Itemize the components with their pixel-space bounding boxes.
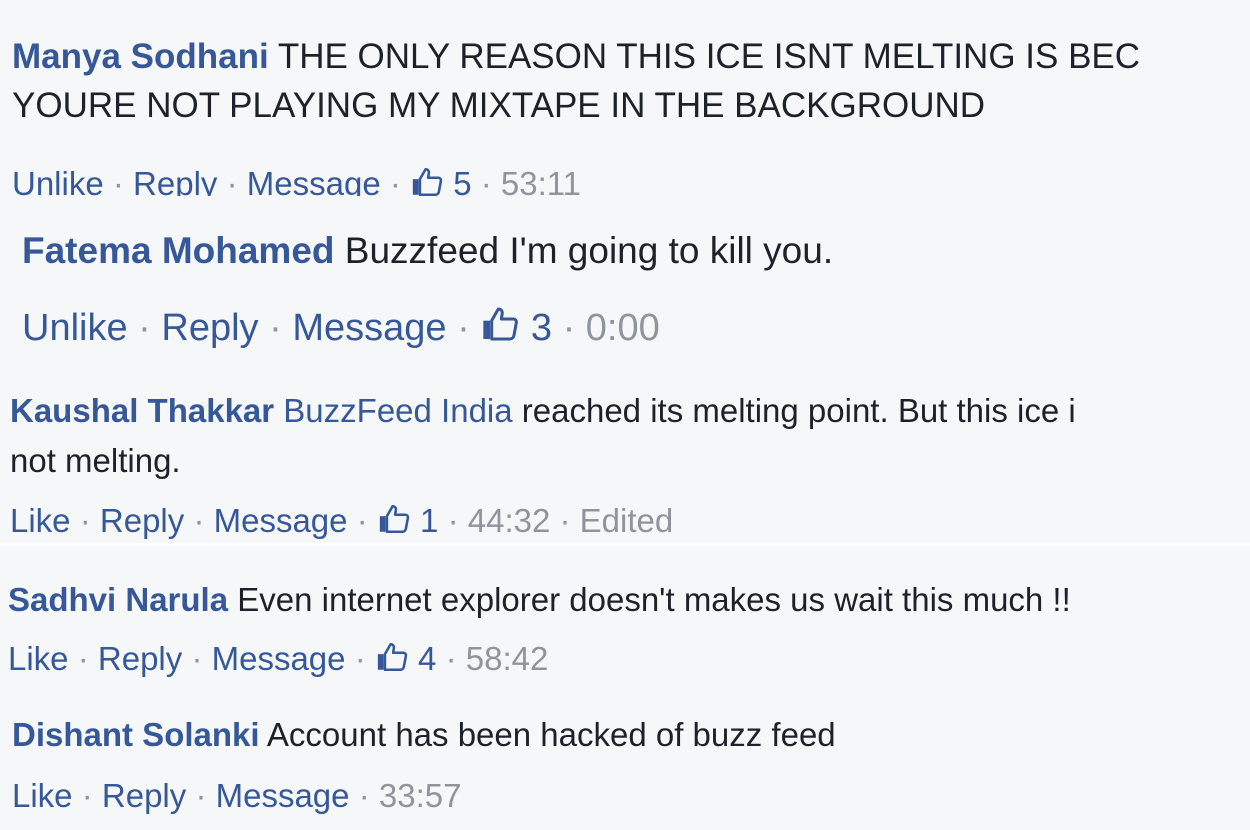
comment-text: Account has been hacked of buzz feed [266,716,836,753]
comment-body: Kaushal Thakkar BuzzFeed India reached i… [10,386,1250,486]
unlike-link[interactable]: Unlike [22,307,128,349]
reply-link[interactable]: Reply [133,165,217,196]
message-link[interactable]: Message [214,502,348,539]
comment-actions: Like · Reply · Message · 1 · 44:32 · Edi… [10,502,673,540]
comment-author-link[interactable]: Kaushal Thakkar [10,392,274,429]
comment-body: Sadhvi Narula Even internet explorer doe… [8,578,1071,622]
separator: · [77,640,89,677]
separator: · [445,640,457,677]
reply-link[interactable]: Reply [98,640,182,677]
comment-author-link[interactable]: Sadhvi Narula [8,581,228,618]
message-link[interactable]: Message [247,165,381,196]
message-link[interactable]: Message [292,307,446,349]
thumbs-up-icon[interactable] [480,304,520,344]
like-count[interactable]: 3 [531,307,552,349]
divider [0,543,1250,546]
comment-actions: Like · Reply · Message · 4 · 58:42 [8,640,548,678]
like-count[interactable]: 4 [418,640,436,677]
message-link[interactable]: Message [216,777,350,814]
comment-author-link[interactable]: Fatema Mohamed [22,230,335,271]
comment-actions: Unlike · Reply · Message · 3 · 0:00 [22,304,660,350]
separator: · [112,165,124,196]
separator: · [559,502,571,539]
comment-item: Dishant Solanki Account has been hacked … [0,700,1250,828]
timestamp[interactable]: 0:00 [586,307,660,349]
reply-link[interactable]: Reply [100,502,184,539]
separator: · [354,640,366,677]
timestamp[interactable]: 33:57 [379,777,462,814]
reply-link[interactable]: Reply [102,777,186,814]
timestamp[interactable]: 53:11 [501,165,581,196]
separator: · [389,165,401,196]
like-count[interactable]: 5 [453,165,471,196]
separator: · [226,165,238,196]
separator: · [79,502,91,539]
comment-text: reached its melting point. But this ice … [521,392,1076,429]
separator: · [191,640,203,677]
separator: · [457,307,470,349]
message-link[interactable]: Message [212,640,346,677]
comment-body: Manya Sodhani THE ONLY REASON THIS ICE I… [12,32,1250,130]
separator: · [193,502,205,539]
timestamp[interactable]: 58:42 [466,640,549,677]
separator: · [138,307,151,349]
separator: · [480,165,492,196]
comment-text: not melting. [10,442,181,479]
separator: · [195,777,207,814]
comment-item: Kaushal Thakkar BuzzFeed India reached i… [0,376,1250,542]
comment-text: Buzzfeed I'm going to kill you. [344,230,834,271]
separator: · [269,307,282,349]
comment-text: Even internet explorer doesn't makes us … [237,581,1071,618]
comment-author-link[interactable]: Dishant Solanki [12,716,260,753]
comment-author-link[interactable]: Manya Sodhani [12,37,269,76]
like-count[interactable]: 1 [420,502,438,539]
reply-link[interactable]: Reply [161,307,258,349]
edited-label[interactable]: Edited [580,502,674,539]
comment-text: THE ONLY REASON THIS ICE ISNT MELTING IS… [277,37,1141,76]
separator: · [81,777,93,814]
timestamp[interactable]: 44:32 [468,502,551,539]
like-link[interactable]: Like [8,640,69,677]
separator: · [447,502,459,539]
separator: · [562,307,576,349]
comment-item: Sadhvi Narula Even internet explorer doe… [0,560,1250,690]
comment-item: Fatema Mohamed Buzzfeed I'm going to kil… [0,210,1250,360]
thumbs-up-icon[interactable] [410,165,444,196]
like-link[interactable]: Like [12,777,73,814]
page-mention-link[interactable]: BuzzFeed India [283,392,512,429]
like-link[interactable]: Like [10,502,71,539]
thumbs-up-icon[interactable] [375,640,409,674]
comment-actions: Unlike · Reply · Message · 5 · 53:11 [12,165,581,196]
thumbs-up-icon[interactable] [377,502,411,536]
comment-item: Manya Sodhani THE ONLY REASON THIS ICE I… [0,26,1250,196]
comment-actions: Like · Reply · Message · 33:57 [12,777,461,815]
comment-text: YOURE NOT PLAYING MY MIXTAPE IN THE BACK… [12,86,986,125]
comment-body: Fatema Mohamed Buzzfeed I'm going to kil… [22,228,833,274]
separator: · [358,777,370,814]
comment-body: Dishant Solanki Account has been hacked … [12,712,836,758]
unlike-link[interactable]: Unlike [12,165,104,196]
separator: · [356,502,368,539]
